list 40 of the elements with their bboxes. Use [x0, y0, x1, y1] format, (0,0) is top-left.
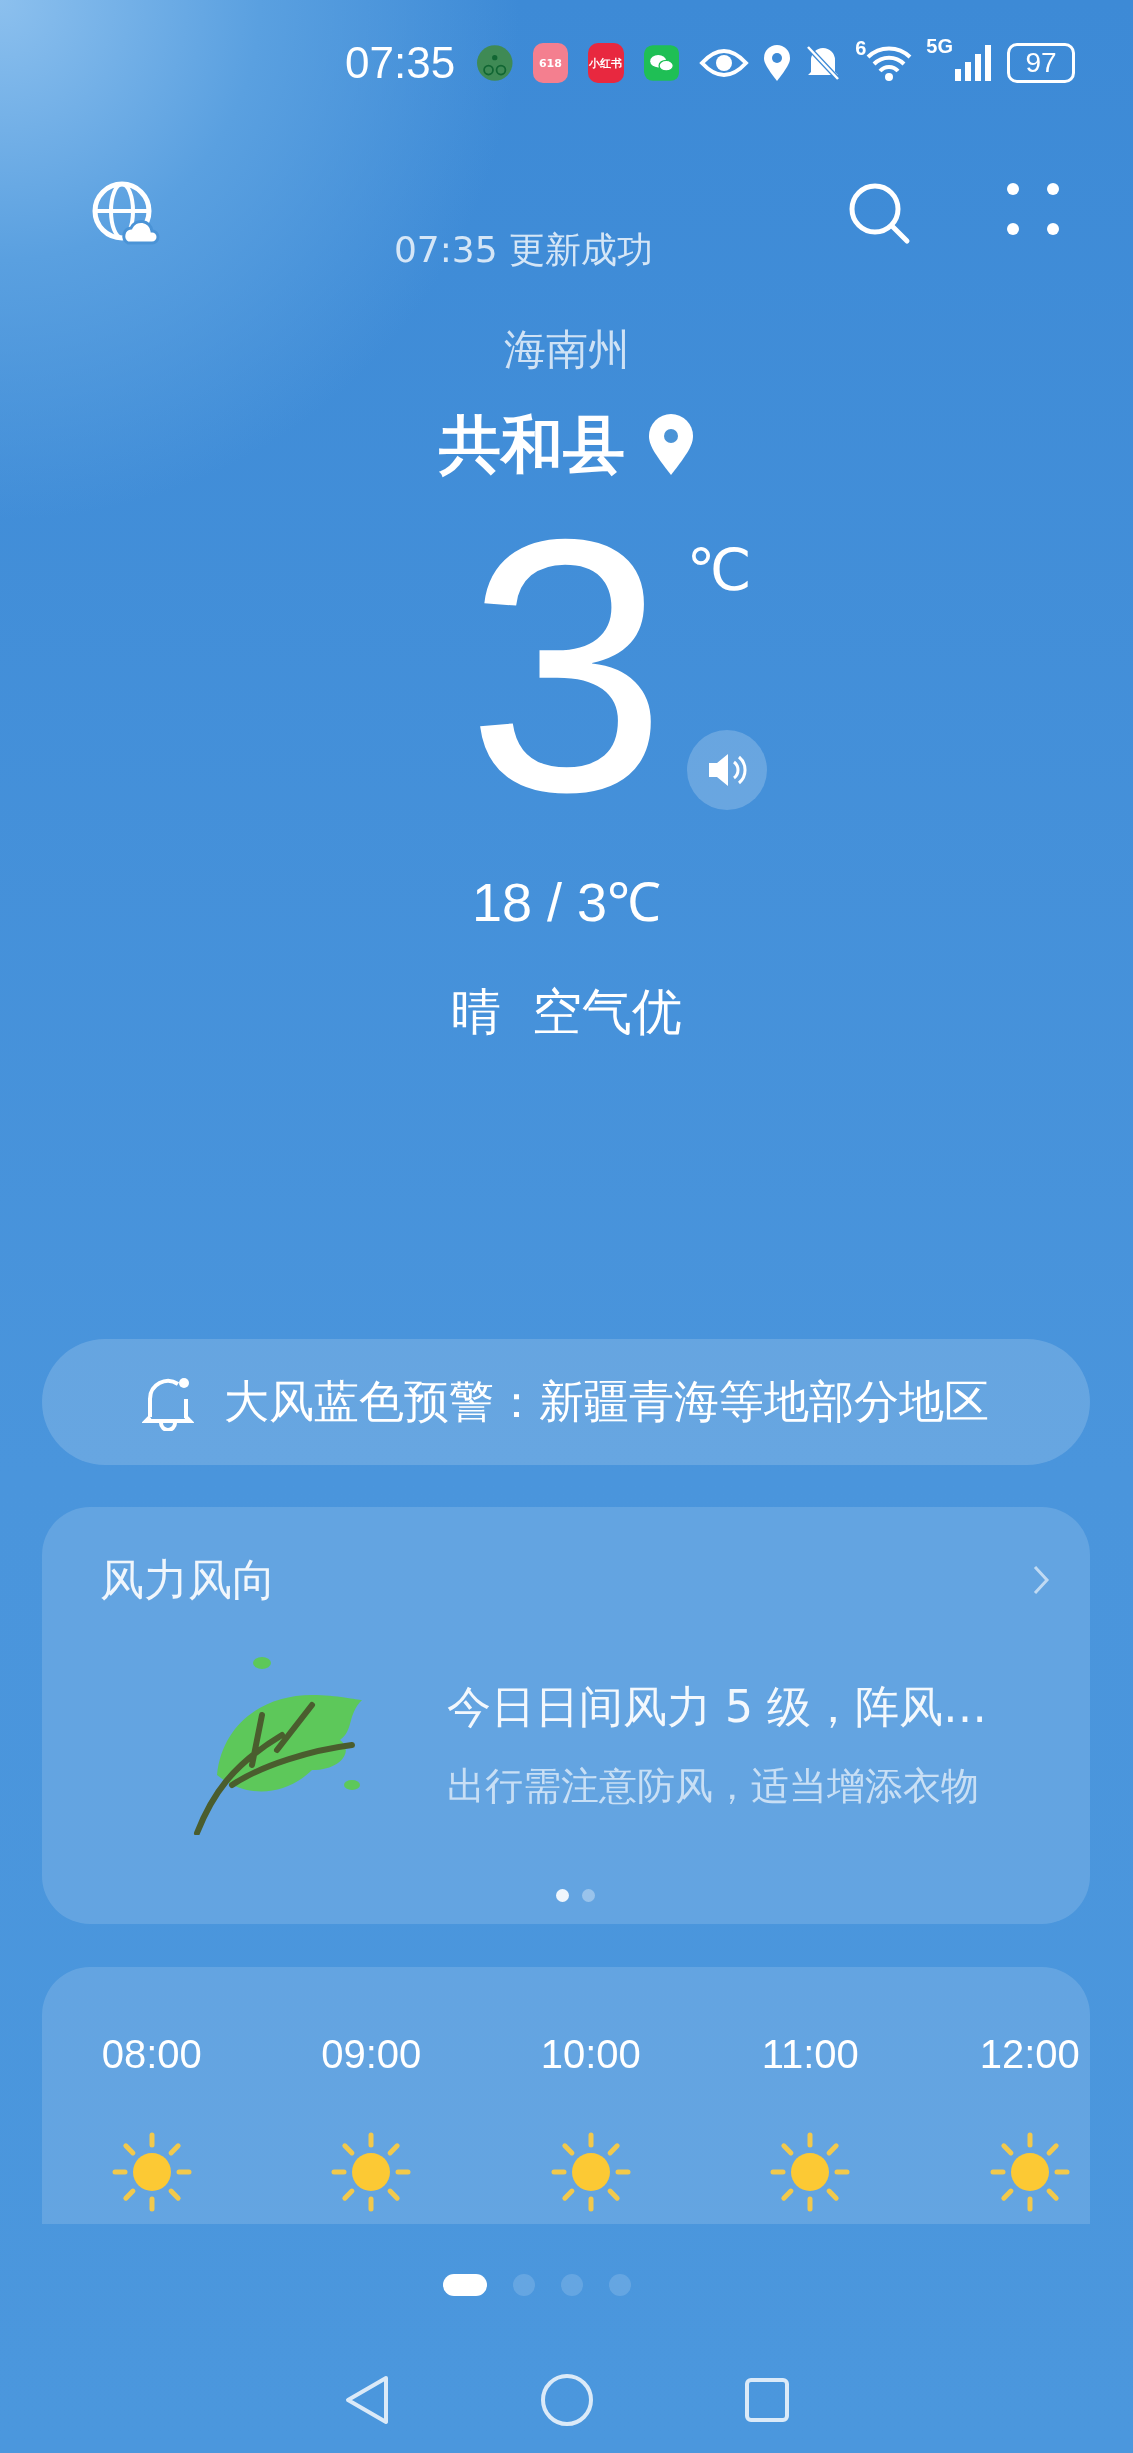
card-title: 风力风向 [100, 1552, 276, 1607]
battery-level: 97 [1007, 43, 1075, 83]
chevron-right-icon [1032, 1564, 1050, 1596]
muted-bell-icon [805, 44, 842, 82]
hour-label: 11:00 [761, 2031, 859, 2078]
wifi-icon [866, 45, 913, 81]
back-icon[interactable] [343, 2374, 390, 2426]
notes-app-icon: 小红书 [588, 43, 624, 83]
hour-label: 12:00 [979, 2031, 1080, 2078]
hour-label: 08:00 [101, 2031, 202, 2078]
wind-forecast: 今日日间风力 5 级，阵风… [447, 1680, 987, 1734]
hour-label: 09:00 [321, 2031, 422, 2078]
page-indicator-dot[interactable] [608, 2274, 631, 2296]
update-status: 07:35 更新成功 [393, 228, 654, 272]
hour-label: 10:00 [540, 2031, 641, 2078]
chat-app-icon [643, 43, 680, 83]
wind-card[interactable]: 风力风向 今日日间风力 5 级，阵风… 出行需注意防风，适当增添衣物 [42, 1507, 1090, 1924]
promo-app-icon: 618 [532, 43, 569, 83]
current-temperature: 3 [466, 485, 667, 845]
temperature-range: 18 / 3℃ [471, 871, 662, 934]
cyclist-app-icon [477, 43, 513, 83]
alert-text: 大风蓝色预警：新疆青海等地部分地区 [224, 1374, 989, 1430]
menu-icon[interactable] [1005, 181, 1061, 237]
page-indicator-dot[interactable] [560, 2274, 583, 2296]
home-icon[interactable] [539, 2373, 594, 2427]
location-pin-icon [763, 44, 792, 82]
eye-icon [699, 47, 750, 79]
network-type: 5G [926, 35, 953, 58]
wifi-standard-label: 6 [855, 37, 867, 60]
wind-advice: 出行需注意防风，适当增添衣物 [447, 1763, 980, 1810]
weather-alert-banner[interactable]: 大风蓝色预警：新疆青海等地部分地区 [42, 1339, 1090, 1465]
temperature-unit: ℃ [686, 540, 752, 600]
location-pin-icon [646, 413, 695, 477]
status-time: 07:35 [345, 38, 456, 88]
recent-apps-icon[interactable] [743, 2377, 790, 2423]
region-name: 海南州 [503, 324, 630, 376]
weather-summary: 晴 空气优 [450, 982, 683, 1043]
signal-icon [955, 45, 993, 81]
county-name: 共和县 [438, 407, 625, 483]
page-indicator-dot[interactable] [512, 2274, 535, 2296]
